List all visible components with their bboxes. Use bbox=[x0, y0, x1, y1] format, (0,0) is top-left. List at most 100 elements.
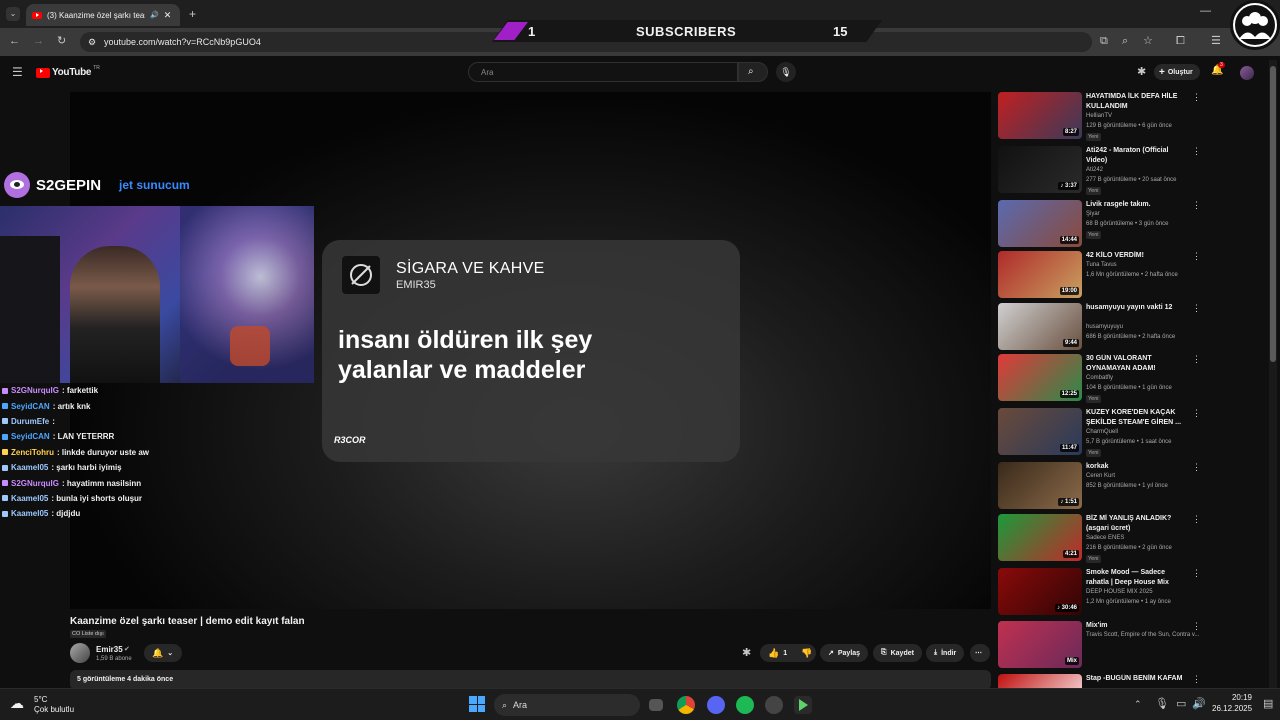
extensions-icon[interactable]: ⧠ bbox=[1176, 36, 1185, 47]
video-thumbnail[interactable]: 8:27 bbox=[998, 92, 1082, 139]
video-thumbnail[interactable]: 9:44 bbox=[998, 303, 1082, 350]
recommended-title[interactable]: Smoke Mood — Sadece rahatla | Deep House… bbox=[1086, 568, 1186, 587]
more-options-icon[interactable]: ⋮ bbox=[1192, 303, 1201, 314]
recommended-title[interactable]: Livik rasgele takım. bbox=[1086, 200, 1186, 210]
video-thumbnail[interactable]: 14:44 bbox=[998, 200, 1082, 247]
voice-search-button[interactable]: 🎙 bbox=[776, 62, 796, 82]
video-thumbnail[interactable]: 12:25 bbox=[998, 354, 1082, 401]
more-options-icon[interactable]: ⋮ bbox=[1192, 621, 1201, 632]
more-options-icon[interactable]: ⋮ bbox=[1192, 674, 1201, 685]
settings-sparkle-icon[interactable]: ✱ bbox=[742, 648, 751, 659]
recommended-title[interactable]: korkak bbox=[1086, 462, 1186, 472]
notifications-button[interactable]: 🔔 3 bbox=[1211, 62, 1225, 76]
audio-icon[interactable]: 🔊 bbox=[150, 11, 159, 19]
minimize-icon[interactable]: — bbox=[1200, 6, 1211, 17]
recommended-video[interactable]: ♪ 3:37 Ati242 - Maraton (Official Video) A… bbox=[998, 146, 1208, 196]
notification-center-icon[interactable]: ▤ bbox=[1263, 699, 1273, 710]
more-options-icon[interactable]: ⋮ bbox=[1192, 568, 1201, 579]
search-input[interactable]: Ara bbox=[468, 62, 738, 82]
recommended-channel[interactable]: Ceren Kurt bbox=[1086, 473, 1115, 479]
recommended-title[interactable]: Mix'im bbox=[1086, 621, 1186, 631]
thumbs-down-icon[interactable]: 👎 bbox=[801, 648, 812, 659]
recommended-video[interactable]: 12:25 30 GÜN VALORANT OYNAMAYAN ADAM! Comb… bbox=[998, 354, 1208, 404]
recommended-channel[interactable]: husamyuyuyu bbox=[1086, 324, 1123, 330]
tray-overflow-icon[interactable]: ⌃ bbox=[1134, 700, 1142, 709]
recommended-channel[interactable]: Travis Scott, Empire of the Sun, Contra … bbox=[1086, 632, 1199, 638]
download-button[interactable]: ⤓ İndir bbox=[926, 644, 965, 662]
more-options-icon[interactable]: ⋮ bbox=[1192, 514, 1201, 525]
back-icon[interactable]: ← bbox=[9, 36, 20, 47]
menu-icon[interactable]: ☰ bbox=[12, 66, 23, 78]
recommended-channel[interactable]: CharmQuell bbox=[1086, 429, 1118, 435]
recommended-video[interactable]: 11:47 KUZEY KORE'DEN KAÇAK ŞEKİLDE STEAM'… bbox=[998, 408, 1208, 458]
recommended-video[interactable]: Mix Mix'im Travis Scott, Empire of the Sun… bbox=[998, 621, 1208, 671]
video-thumbnail[interactable]: 19:00 bbox=[998, 251, 1082, 298]
more-options-icon[interactable]: ⋮ bbox=[1192, 251, 1201, 262]
like-button[interactable]: 👍 1 👎 bbox=[760, 644, 816, 662]
save-button[interactable]: ⎘ Kaydet bbox=[873, 644, 922, 662]
video-thumbnail[interactable]: 11:47 bbox=[998, 408, 1082, 455]
microphone-icon[interactable]: 🎙 bbox=[1155, 699, 1169, 710]
recommended-title[interactable]: Stap -BUGÜN BENİM KAFAM bbox=[1086, 674, 1186, 684]
video-thumbnail[interactable]: ♪ 30:46 bbox=[998, 568, 1082, 615]
recommended-title[interactable]: 42 KİLO VERDİM! bbox=[1086, 251, 1186, 261]
more-options-icon[interactable]: ⋮ bbox=[1192, 146, 1201, 157]
more-options-icon[interactable]: ⋮ bbox=[1192, 462, 1201, 473]
recommended-title[interactable]: husamyuyu yayın vakti 12 bbox=[1086, 303, 1186, 313]
share-button[interactable]: ↗ Paylaş bbox=[820, 644, 869, 662]
spotify-icon[interactable] bbox=[736, 696, 754, 714]
video-thumbnail[interactable]: Mix bbox=[998, 621, 1082, 668]
task-view-icon[interactable] bbox=[649, 699, 663, 711]
more-options-icon[interactable]: ⋮ bbox=[1192, 408, 1201, 419]
recommended-video[interactable]: Stap -BUGÜN BENİM KAFAM ⋮ bbox=[998, 674, 1208, 688]
recommended-title[interactable]: 30 GÜN VALORANT OYNAMAYAN ADAM! bbox=[1086, 354, 1186, 373]
bookmark-star-icon[interactable]: ☆ bbox=[1143, 36, 1153, 47]
install-app-icon[interactable]: ⧉ bbox=[1100, 36, 1108, 47]
video-thumbnail[interactable]: ♪ 3:37 bbox=[998, 146, 1082, 193]
video-thumbnail[interactable]: ♪ 1:51 bbox=[998, 462, 1082, 509]
recommended-channel[interactable]: Sadece ENES bbox=[1086, 535, 1124, 541]
channel-name[interactable]: Emir35 bbox=[96, 645, 123, 654]
channel-avatar[interactable] bbox=[70, 643, 90, 663]
more-options-icon[interactable]: ⋮ bbox=[1192, 92, 1201, 103]
recommended-channel[interactable]: Ati242 bbox=[1086, 167, 1103, 173]
zoom-icon[interactable]: ⌕ bbox=[1122, 36, 1128, 47]
weather-widget[interactable]: ☁ 5°C Çok bulutlu bbox=[10, 693, 90, 717]
recommended-video[interactable]: ♪ 1:51 korkak Ceren Kurt 852 B görüntüleme … bbox=[998, 462, 1208, 512]
cast-icon[interactable]: ✱ bbox=[1137, 67, 1146, 78]
media-app-icon[interactable] bbox=[794, 696, 812, 714]
recommended-video[interactable]: 14:44 Livik rasgele takım. Şiyar 68 B görün… bbox=[998, 200, 1208, 250]
taskbar-search[interactable]: ⌕ Ara bbox=[494, 694, 640, 716]
chrome-icon[interactable] bbox=[677, 696, 695, 714]
recommended-title[interactable]: KUZEY KORE'DEN KAÇAK ŞEKİLDE STEAM'E GİR… bbox=[1086, 408, 1186, 427]
recommended-video[interactable]: 9:44 husamyuyu yayın vakti 12 husamyuyuyu 6… bbox=[998, 303, 1208, 353]
browser-tab[interactable]: (3) Kaanzime özel şarkı teas 🔊 ✕ bbox=[26, 4, 180, 26]
recommended-title[interactable]: BİZ Mİ YANLIŞ ANLADIK? (asgari ücret) bbox=[1086, 514, 1186, 533]
more-options-icon[interactable]: ⋮ bbox=[1192, 354, 1201, 365]
video-thumbnail[interactable] bbox=[998, 674, 1082, 688]
search-button[interactable]: ⌕ bbox=[738, 62, 768, 82]
clock[interactable]: 20:19 26.12.2025 bbox=[1212, 693, 1252, 713]
reload-icon[interactable]: ↻ bbox=[57, 36, 66, 47]
recommended-video[interactable]: 19:00 42 KİLO VERDİM! Tuna Tavus 1,6 Mn gör… bbox=[998, 251, 1208, 301]
site-info-icon[interactable]: ⚙ bbox=[88, 37, 96, 48]
recommended-channel[interactable]: Şiyar bbox=[1086, 211, 1100, 217]
discord-icon[interactable] bbox=[707, 696, 725, 714]
tab-list-icon[interactable]: ⌄ bbox=[6, 7, 20, 21]
recommended-video[interactable]: 4:21 BİZ Mİ YANLIŞ ANLADIK? (asgari ücret… bbox=[998, 514, 1208, 564]
forward-icon[interactable]: → bbox=[33, 36, 44, 47]
youtube-logo[interactable]: YouTube TR bbox=[36, 65, 100, 78]
recommended-channel[interactable]: DEEP HOUSE MIX 2025 bbox=[1086, 589, 1153, 595]
avatar[interactable] bbox=[1240, 66, 1254, 80]
recommended-channel[interactable]: Combatfly bbox=[1086, 375, 1113, 381]
recommended-channel[interactable]: HellianTV bbox=[1086, 113, 1112, 119]
more-actions-button[interactable]: ⋯ bbox=[970, 644, 990, 662]
recommended-video[interactable]: ♪ 30:46 Smoke Mood — Sadece rahatla | Dee… bbox=[998, 568, 1208, 618]
app-icon[interactable] bbox=[765, 696, 783, 714]
start-button[interactable] bbox=[469, 696, 485, 712]
more-options-icon[interactable]: ⋮ bbox=[1192, 200, 1201, 211]
recommended-title[interactable]: Ati242 - Maraton (Official Video) bbox=[1086, 146, 1186, 165]
recommended-video[interactable]: 8:27 HAYATIMDA İLK DEFA HİLE KULLANDIM Hel… bbox=[998, 92, 1208, 142]
network-icon[interactable]: ▭ bbox=[1176, 699, 1186, 710]
recommended-title[interactable]: HAYATIMDA İLK DEFA HİLE KULLANDIM bbox=[1086, 92, 1186, 111]
